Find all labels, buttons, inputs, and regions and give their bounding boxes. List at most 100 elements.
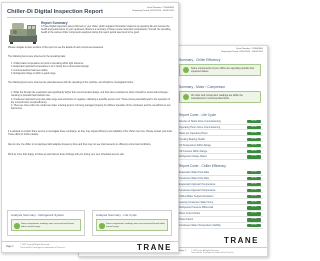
page-number: Page 2	[179, 250, 186, 252]
status-badge: GOOD	[247, 131, 261, 136]
navigate-note: Please navigate to later sections of thi…	[8, 47, 104, 49]
reporting-period: Reporting Period: 02/01/2023 - 04/01/202…	[221, 51, 263, 53]
issues-list: 1. While the through the evaporator was …	[11, 92, 172, 112]
status-text: Some components readings were assessed a…	[106, 222, 165, 228]
observed-intro: The following items were observed in the…	[8, 56, 66, 58]
status-badge: GOOD	[247, 155, 261, 159]
follow-up-text: We'd be more than happy to follow up and…	[8, 154, 125, 156]
row-label: Condenser Water Temperature Stability	[179, 224, 221, 228]
chiller-unit-image	[9, 23, 37, 44]
row-label: Power Factor	[179, 218, 194, 222]
status-row: Condenser Water Temperature Stability GOO…	[179, 223, 263, 229]
section-title: Report Cover - Chiller Efficiency	[179, 164, 226, 168]
row-label: Oil Temperature Within Range	[179, 143, 211, 147]
row-label: Leaving Condenser Water Temp	[179, 200, 214, 204]
issues-intro: The following items were observed as pot…	[8, 82, 134, 84]
report-summary-text: A Trane Digital Inspection was performed…	[41, 26, 171, 35]
copyright: © 2023 Trane. All Rights Reserved. Trane…	[191, 250, 234, 255]
row-label: Refrigerant Charge Status	[179, 155, 207, 159]
analysis-summary-life-cycle: Analysis Summary - Life Cycle Some compo…	[92, 210, 172, 236]
status-badge: GOOD	[247, 200, 261, 204]
status-text: Some components readings were assessed a…	[21, 222, 74, 228]
status-badge: GOOD	[247, 212, 261, 216]
section-title: Summary - Motor / Compressor	[179, 85, 226, 89]
row-label: Starts per Operating Hours	[179, 131, 208, 135]
box-heading: Analysis Summary - Life Cycle	[96, 213, 137, 217]
status-row: Power Factor GOOD	[179, 217, 263, 223]
status-row: Oil Temperature Within Range GOOD	[179, 143, 263, 149]
trane-logo: TRANE	[136, 243, 172, 252]
row-label: Condenser Approach Temperature	[179, 188, 216, 192]
check-circle-icon	[14, 223, 20, 229]
trane-logo: TRANE	[223, 236, 259, 245]
status-row: Evaporator Approach Temperature GOOD	[179, 182, 263, 188]
status-row: Condenser Water Flow Rate GOOD	[179, 176, 263, 182]
row-label: Operating Hours Since Commissioning	[179, 125, 221, 129]
row-label: Evaporator Water Flow Rate	[179, 171, 210, 174]
check-circle-icon	[99, 223, 105, 229]
status-row: Number of Starts Since Commissioning GOOD	[179, 119, 263, 125]
page-footer: Page 1 © 2023 Trane. All Rights Reserved…	[2, 241, 178, 252]
status-row: Refrigerant Charge Status GOOD	[179, 154, 263, 160]
divider	[7, 17, 173, 18]
advice-text: It is advised to contact Trane service t…	[8, 131, 172, 137]
status-row: Leaving Condenser Water Temp GOOD	[179, 200, 263, 206]
status-row: Oil Pressure Within Range GOOD	[179, 149, 263, 155]
serial-info: Serial Number: C19H09865 Reporting Perio…	[133, 7, 174, 13]
reporting-period: Reporting Period: 02/01/2023 - 04/01/202…	[132, 10, 174, 12]
status-row: Condenser Approach Temperature GOOD	[179, 188, 263, 194]
box-heading: Analysis Summary - Refrigerant System	[11, 213, 65, 217]
row-label: Condenser Water Flow Rate	[179, 176, 210, 180]
check-circle-icon	[183, 67, 189, 73]
status-badge: GOOD	[247, 188, 261, 193]
status-text: Some components of your chiller are oper…	[191, 67, 255, 74]
status-row: Starts per Operating Hours GOOD	[179, 131, 263, 137]
status-row: Refrigerant Pressure Differential GOOD	[179, 205, 263, 211]
status-badge: GOOD	[247, 143, 261, 147]
findings-list: 1. Chilled water temperature set point i…	[11, 63, 172, 77]
row-label: Oil Pressure Within Range	[179, 149, 208, 153]
status-row: Chilled Water Setpoint Deviation GOOD	[179, 194, 263, 200]
status-row: Evaporator Water Flow Rate GOOD	[179, 170, 263, 176]
analysis-summary-refrigerant: Analysis Summary - Refrigerant System So…	[7, 210, 85, 236]
status-row: Trending Bearing Health GOOD	[179, 137, 263, 143]
status-row: Motor Current Draw GOOD	[179, 211, 263, 217]
issue-item: 1. While the through the evaporator was …	[11, 92, 170, 98]
finding-item: 4. Refrigerant charge is within a good r…	[11, 73, 57, 76]
report-page-1: Chiller-Di Digital Inspection Report Ser…	[1, 2, 179, 253]
status-badge: GOOD	[247, 125, 261, 130]
status-text: All motor and compressor readings are wi…	[191, 94, 243, 101]
report-title: Chiller-Di Digital Inspection Report	[7, 9, 103, 15]
status-row: Operating Hours Since Commissioning GOOD	[179, 125, 263, 131]
trademark-line: Trane and the Trane logo are trademarks …	[191, 252, 235, 255]
status-badge: GOOD	[247, 194, 261, 198]
status-box: Some components of your chiller are oper…	[179, 64, 261, 76]
drive-note: Also to note, the chiller is not deploye…	[8, 144, 152, 146]
issue-item: 3. There are times when the condenser wa…	[11, 105, 171, 111]
section-title: Summary - Chiller Efficiency	[179, 58, 221, 62]
status-badge: GOOD	[247, 224, 261, 228]
report-summary-heading: Report Summary	[41, 21, 68, 25]
check-circle-icon	[183, 94, 189, 100]
status-badge: GOOD	[247, 176, 261, 181]
page-number: Page 1	[6, 245, 14, 248]
copyright: © 2023 Trane. All Rights Reserved. Trane…	[20, 244, 65, 249]
status-badge: GOOD	[247, 137, 261, 142]
row-label: Number of Starts Since Commissioning	[179, 120, 221, 123]
issue-item: 2. Condenser approach temp was wide rang…	[11, 98, 171, 104]
section-title: Report Cover - Life Cycle	[179, 113, 217, 117]
status-badge: GOOD	[247, 149, 261, 153]
row-label: Motor Current Draw	[179, 212, 200, 216]
status-badge: GOOD	[247, 182, 261, 187]
status-box: All motor and compressor readings are wi…	[179, 91, 261, 103]
row-label: Evaporator Approach Temperature	[179, 182, 216, 186]
status-box: Some components readings were assessed a…	[11, 219, 81, 231]
status-badge: GOOD	[247, 171, 261, 175]
trademark-line: Trane and the Trane logo are trademarks …	[20, 246, 66, 249]
status-badge: GOOD	[247, 206, 261, 210]
row-label: Trending Bearing Health	[179, 137, 205, 141]
serial-info: Serial Number: C19H09865 Reporting Perio…	[222, 48, 263, 54]
row-label: Chilled Water Setpoint Deviation	[179, 194, 214, 198]
status-badge: GOOD	[247, 120, 261, 124]
status-badge: GOOD	[247, 218, 261, 222]
